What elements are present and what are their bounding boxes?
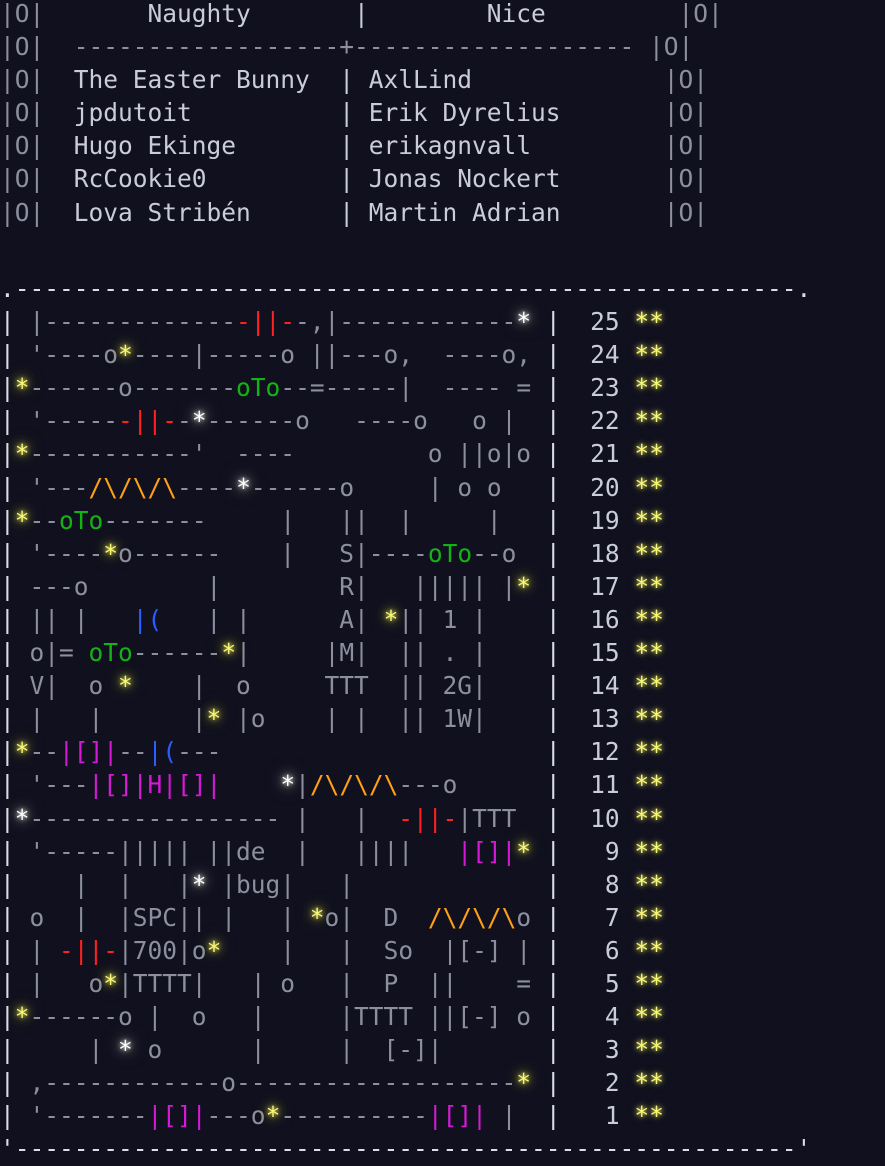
circuit-board-text: .---------------------------------------… xyxy=(0,274,812,1164)
naughty-nice-table-text: |O| Naughty | Nice |O| |O| -------------… xyxy=(0,0,723,227)
naughty-nice-table: |O| Naughty | Nice |O| |O| -------------… xyxy=(0,0,885,229)
terminal-screen: |O| Naughty | Nice |O| |O| -------------… xyxy=(0,0,885,1163)
circuit-board: .---------------------------------------… xyxy=(0,272,885,1166)
